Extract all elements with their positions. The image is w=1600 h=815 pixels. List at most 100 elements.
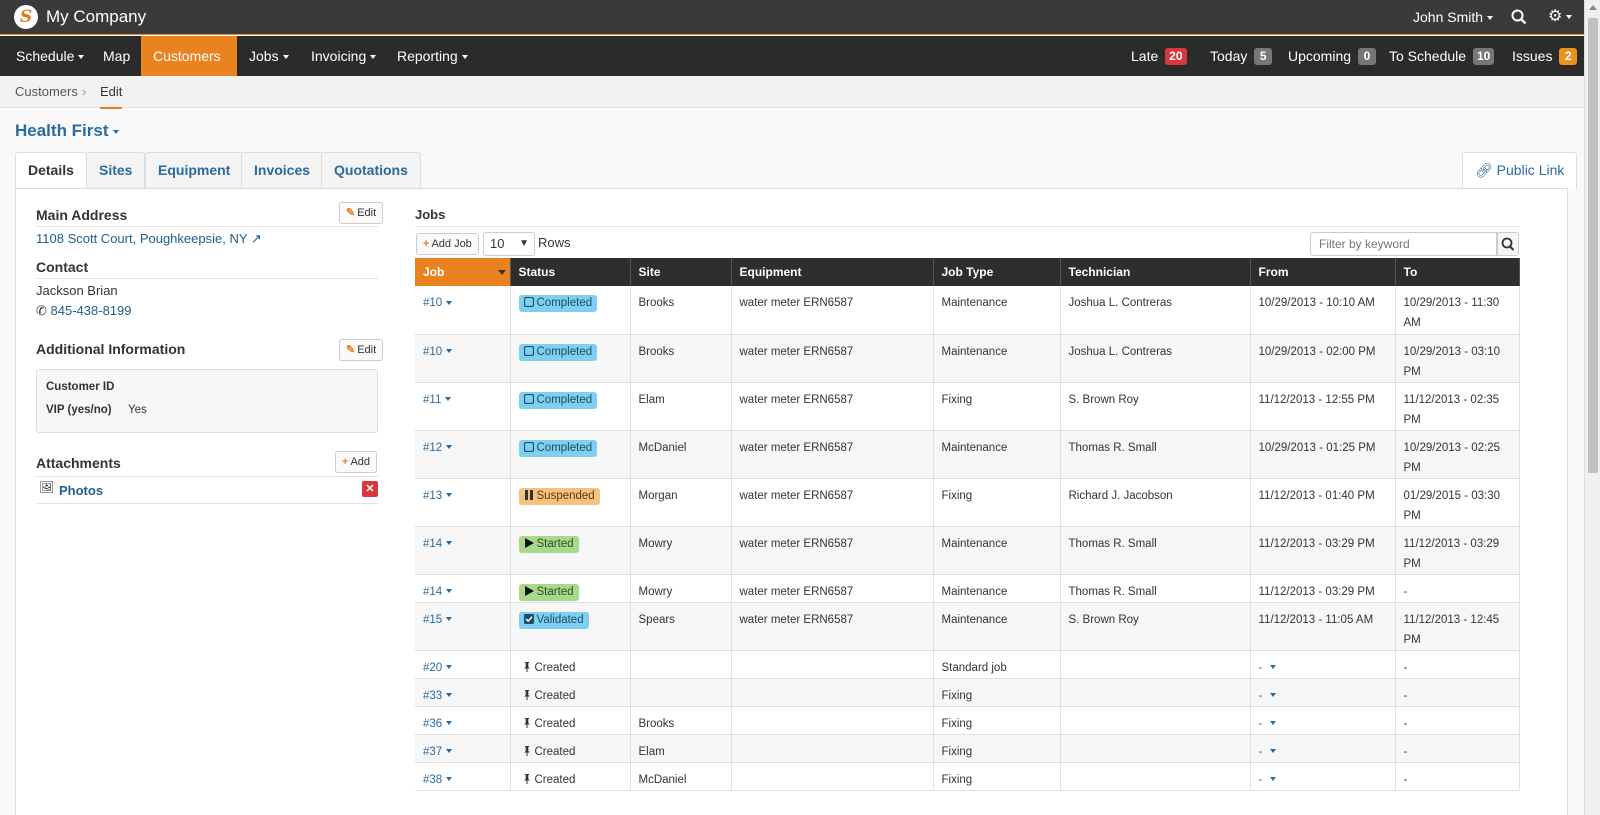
counter-to-schedule[interactable]: To Schedule 10 [1389, 36, 1495, 76]
search-icon[interactable] [1510, 8, 1528, 26]
chevron-down-icon[interactable] [446, 617, 453, 622]
column-header-job-type[interactable]: Job Type [933, 258, 1061, 286]
gear-icon[interactable]: ⚙ [1548, 8, 1574, 26]
job-number[interactable]: #11 [423, 394, 441, 406]
table-row[interactable]: #10 Completed Brooks water meter ERN6587 Mai… [415, 334, 1520, 383]
from-value[interactable]: - [1259, 746, 1263, 758]
column-header-equipment[interactable]: Equipment [731, 258, 934, 286]
chevron-down-icon[interactable] [1269, 721, 1276, 726]
column-header-site[interactable]: Site [630, 258, 732, 286]
table-row[interactable]: #14 Started Mowry water meter ERN6587 Mainte… [415, 574, 1520, 603]
job-number-cell[interactable]: #12 [415, 430, 511, 479]
from-cell[interactable]: - [1250, 706, 1396, 735]
chevron-down-icon[interactable] [1269, 665, 1276, 670]
job-number-cell[interactable]: #37 [415, 734, 511, 763]
table-row[interactable]: #20 Created Standard job - - [415, 650, 1520, 679]
customer-name-dropdown[interactable]: Health First [15, 121, 119, 141]
job-number[interactable]: #37 [423, 746, 442, 758]
counter-today[interactable]: Today 5 [1210, 36, 1273, 76]
contact-phone[interactable]: ✆ 845-438-8199 [36, 303, 132, 319]
job-number-cell[interactable]: #13 [415, 478, 511, 527]
breadcrumb-customers[interactable]: Customers [15, 84, 78, 99]
job-number[interactable]: #13 [423, 490, 442, 502]
public-link-button[interactable]: 🔗︎ Public Link [1462, 152, 1578, 189]
filter-search-button[interactable] [1497, 232, 1519, 256]
table-row[interactable]: #33 Created Fixing - - [415, 678, 1520, 707]
tab-quotations[interactable]: Quotations [321, 152, 421, 189]
nav-jobs[interactable]: Jobs [237, 36, 301, 76]
column-header-to[interactable]: To [1395, 258, 1520, 286]
job-number-cell[interactable]: #10 [415, 334, 511, 383]
table-row[interactable]: #36 Created Brooks Fixing - - [415, 706, 1520, 735]
job-number-cell[interactable]: #33 [415, 678, 511, 707]
counter-issues[interactable]: Issues 2 [1512, 36, 1578, 76]
tab-invoices[interactable]: Invoices [241, 152, 324, 189]
table-row[interactable]: #14 Started Mowry water meter ERN6587 Mainte… [415, 526, 1520, 575]
job-number[interactable]: #10 [423, 297, 442, 309]
from-value[interactable]: - [1259, 774, 1263, 786]
chevron-down-icon[interactable] [446, 493, 453, 498]
nav-reporting[interactable]: Reporting [385, 36, 480, 76]
from-cell[interactable]: - [1250, 762, 1396, 791]
edit-additional-button[interactable]: ✎ Edit [339, 339, 384, 361]
table-row[interactable]: #37 Created Elam Fixing - - [415, 734, 1520, 763]
column-header-from[interactable]: From [1250, 258, 1396, 286]
column-header-job[interactable]: Job [415, 258, 511, 286]
job-number-cell[interactable]: #15 [415, 602, 511, 651]
job-number[interactable]: #15 [423, 614, 442, 626]
job-number[interactable]: #20 [423, 662, 442, 674]
scrollbar-thumb[interactable] [1588, 18, 1598, 473]
job-number-cell[interactable]: #14 [415, 526, 511, 575]
table-row[interactable]: #10 Completed Brooks water meter ERN6587 Mai… [415, 286, 1520, 335]
table-row[interactable]: #12 Completed McDaniel water meter ERN6587 M… [415, 430, 1520, 479]
rows-per-page-select[interactable]: 10 ▼ [483, 232, 535, 256]
filter-input[interactable] [1310, 232, 1497, 256]
address-link[interactable]: 1108 Scott Court, Poughkeepsie, NY ↗ [36, 231, 262, 247]
counter-upcoming[interactable]: Upcoming 0 [1288, 36, 1376, 76]
chevron-down-icon[interactable] [445, 397, 452, 402]
chevron-down-icon[interactable] [446, 445, 453, 450]
job-number[interactable]: #12 [423, 442, 442, 454]
job-number-cell[interactable]: #10 [415, 286, 511, 335]
chevron-down-icon[interactable] [446, 721, 453, 726]
table-row[interactable]: #11 Completed Elam water meter ERN6587 Fixin… [415, 382, 1520, 431]
job-number-cell[interactable]: #20 [415, 650, 511, 679]
chevron-down-icon[interactable] [1269, 693, 1276, 698]
table-row[interactable]: #38 Created McDaniel Fixing - - [415, 762, 1520, 791]
chevron-down-icon[interactable] [446, 777, 453, 782]
from-value[interactable]: - [1259, 690, 1263, 702]
tab-details[interactable]: Details [15, 152, 87, 190]
column-header-technician[interactable]: Technician [1060, 258, 1251, 286]
nav-invoicing[interactable]: Invoicing [299, 36, 388, 76]
job-number-cell[interactable]: #36 [415, 706, 511, 735]
job-number[interactable]: #33 [423, 690, 442, 702]
company-logo[interactable]: S [14, 5, 38, 29]
job-number[interactable]: #36 [423, 718, 442, 730]
chevron-down-icon[interactable] [1269, 777, 1276, 782]
contact-phone-number[interactable]: 845-438-8199 [51, 303, 132, 318]
counter-late[interactable]: Late 20 [1131, 36, 1187, 76]
chevron-down-icon[interactable] [446, 300, 453, 305]
job-number-cell[interactable]: #11 [415, 382, 511, 431]
add-job-button[interactable]: + Add Job [416, 233, 479, 255]
job-number[interactable]: #10 [423, 346, 442, 358]
delete-attachment-icon[interactable]: ✕ [362, 481, 378, 497]
company-name[interactable]: My Company [46, 7, 146, 27]
user-menu[interactable]: John Smith [1413, 9, 1494, 25]
nav-map[interactable]: Map [91, 36, 142, 76]
job-number[interactable]: #38 [423, 774, 442, 786]
chevron-down-icon[interactable] [446, 541, 453, 546]
chevron-down-icon[interactable] [1269, 749, 1276, 754]
nav-schedule[interactable]: Schedule [4, 36, 96, 76]
from-cell[interactable]: - [1250, 650, 1396, 679]
chevron-down-icon[interactable] [446, 693, 453, 698]
table-row[interactable]: #15 Validated Spears water meter ERN6587 Mai… [415, 602, 1520, 651]
chevron-down-icon[interactable] [446, 665, 453, 670]
job-number-cell[interactable]: #38 [415, 762, 511, 791]
tab-sites[interactable]: Sites [86, 152, 146, 189]
job-number[interactable]: #14 [423, 586, 442, 598]
edit-address-button[interactable]: ✎ Edit [339, 202, 384, 224]
chevron-down-icon[interactable] [446, 349, 453, 354]
table-row[interactable]: #13 Suspended Morgan water meter ERN6587 Fix… [415, 478, 1520, 527]
attachment-link[interactable]: Photos [59, 483, 103, 498]
